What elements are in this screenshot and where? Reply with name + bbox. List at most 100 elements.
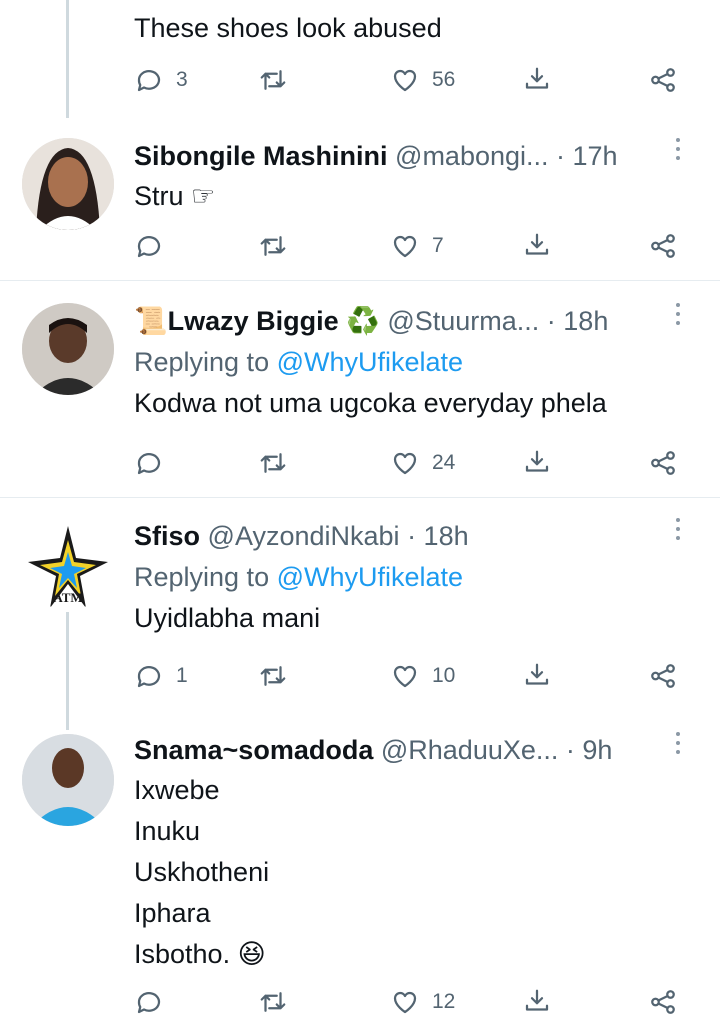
avatar-logo-text: ATM (53, 590, 82, 605)
download-icon (525, 233, 549, 255)
retweet-button[interactable] (258, 656, 288, 696)
avatar-image (22, 734, 114, 826)
download-icon (525, 989, 549, 1011)
retweet-icon (260, 70, 286, 90)
username[interactable]: @Stuurma... (387, 306, 539, 336)
tweet[interactable]: These shoes look abused 3 56 (0, 0, 720, 118)
download-button[interactable] (522, 60, 552, 100)
retweet-icon (260, 236, 286, 256)
tweet-text-line: These shoes look abused (134, 13, 442, 43)
reply-icon (137, 236, 161, 258)
tweet-header: Snama~somadoda @RhaduuXe... · 9h (134, 730, 706, 770)
username[interactable]: @RhaduuXe... (381, 735, 559, 765)
username[interactable]: @mabongi... (395, 141, 548, 171)
retweet-button[interactable] (258, 60, 288, 100)
avatar[interactable] (22, 303, 114, 395)
name-emoji-scroll: 📜 (134, 306, 168, 336)
download-button[interactable] (522, 982, 552, 1022)
tweet-text-line: Uskhotheni (134, 857, 270, 887)
name-emoji-recycle: ♻️ (346, 306, 380, 336)
download-button[interactable] (522, 226, 552, 266)
share-button[interactable] (648, 443, 678, 483)
reply-button[interactable] (134, 226, 164, 266)
share-icon (651, 451, 675, 475)
reply-count: 3 (176, 68, 188, 91)
display-name[interactable]: Sibongile Mashinini (134, 141, 388, 171)
reply-icon (137, 70, 161, 92)
like-button[interactable]: 56 (390, 60, 455, 100)
display-name[interactable]: Snama~somadoda (134, 735, 373, 765)
like-button[interactable]: 10 (390, 656, 455, 696)
tweet-text-line: Stru ☞ (134, 181, 216, 211)
tweet-text: Uyidlabha mani (134, 598, 706, 639)
retweet-button[interactable] (258, 443, 288, 483)
tweet-actions: 7 (134, 226, 694, 266)
more-icon[interactable] (674, 303, 682, 331)
like-icon (393, 991, 417, 1014)
timestamp[interactable]: · 9h (566, 735, 613, 765)
more-icon[interactable] (674, 138, 682, 166)
share-icon (651, 68, 675, 92)
retweet-icon (260, 453, 286, 473)
mention-link[interactable]: @WhyUfikelate (277, 562, 463, 592)
more-icon[interactable] (674, 732, 682, 760)
replying-to-label: Replying to (134, 347, 270, 377)
reply-icon (137, 453, 161, 475)
display-name[interactable]: Sfiso (134, 521, 200, 551)
tweet-text: Ixwebe Inuku Uskhotheni Iphara Isbotho. … (134, 770, 706, 975)
share-button[interactable] (648, 982, 678, 1022)
share-icon (651, 990, 675, 1014)
share-button[interactable] (648, 226, 678, 266)
like-count: 7 (432, 234, 444, 257)
timestamp[interactable]: · 18h (547, 306, 609, 336)
like-count: 10 (432, 664, 456, 687)
reply-button[interactable]: 1 (134, 656, 188, 696)
tweet[interactable]: 📜Lwazy Biggie ♻️ @Stuurma... · 18h Reply… (0, 281, 720, 497)
replying-to: Replying to @WhyUfikelate (134, 556, 706, 598)
tweet[interactable]: ATM Sfiso @AyzondiNkabi · 18h Replying t… (0, 498, 720, 730)
avatar[interactable]: ATM (22, 518, 114, 610)
retweet-icon (260, 666, 286, 686)
display-name[interactable]: Lwazy Biggie (168, 306, 339, 336)
more-icon[interactable] (674, 518, 682, 546)
like-icon (393, 235, 417, 258)
reply-button[interactable] (134, 443, 164, 483)
avatar[interactable] (22, 734, 114, 826)
reply-button[interactable] (134, 982, 164, 1022)
tweet-text: Stru ☞ (134, 176, 706, 217)
like-button[interactable]: 7 (390, 226, 444, 266)
retweet-button[interactable] (258, 226, 288, 266)
download-button[interactable] (522, 443, 552, 483)
retweet-button[interactable] (258, 982, 288, 1022)
like-count: 24 (432, 451, 456, 474)
like-count: 12 (432, 990, 456, 1013)
download-button[interactable] (522, 656, 552, 696)
share-button[interactable] (648, 656, 678, 696)
tweet-text-line: Ixwebe (134, 775, 220, 805)
tweet-text-line: Inuku (134, 816, 201, 846)
like-button[interactable]: 12 (390, 982, 455, 1022)
mention-link[interactable]: @WhyUfikelate (277, 347, 463, 377)
share-button[interactable] (648, 60, 678, 100)
share-icon (651, 234, 675, 258)
replying-to-label: Replying to (134, 562, 270, 592)
tweet[interactable]: Snama~somadoda @RhaduuXe... · 9h Ixwebe … (0, 730, 720, 1032)
avatar-image: ATM (22, 518, 114, 610)
tweet-actions: 12 (134, 982, 694, 1022)
tweet-text: Kodwa not uma ugcoka everyday phela (134, 383, 706, 424)
like-icon (393, 452, 417, 475)
tweet-text-line: Isbotho. 😆 (134, 939, 266, 969)
reply-button[interactable]: 3 (134, 60, 188, 100)
download-icon (525, 663, 549, 685)
like-button[interactable]: 24 (390, 443, 455, 483)
reply-icon (137, 992, 161, 1014)
tweet-actions: 1 10 (134, 656, 694, 696)
reply-icon (137, 666, 161, 688)
avatar[interactable] (22, 138, 114, 230)
tweet-header: 📜Lwazy Biggie ♻️ @Stuurma... · 18h (134, 301, 706, 341)
tweet-header: Sfiso @AyzondiNkabi · 18h (134, 516, 706, 556)
username[interactable]: @AyzondiNkabi (208, 521, 400, 551)
timestamp[interactable]: · 18h (407, 521, 469, 551)
tweet[interactable]: Sibongile Mashinini @mabongi... · 17h St… (0, 118, 720, 280)
timestamp[interactable]: · 17h (556, 141, 618, 171)
